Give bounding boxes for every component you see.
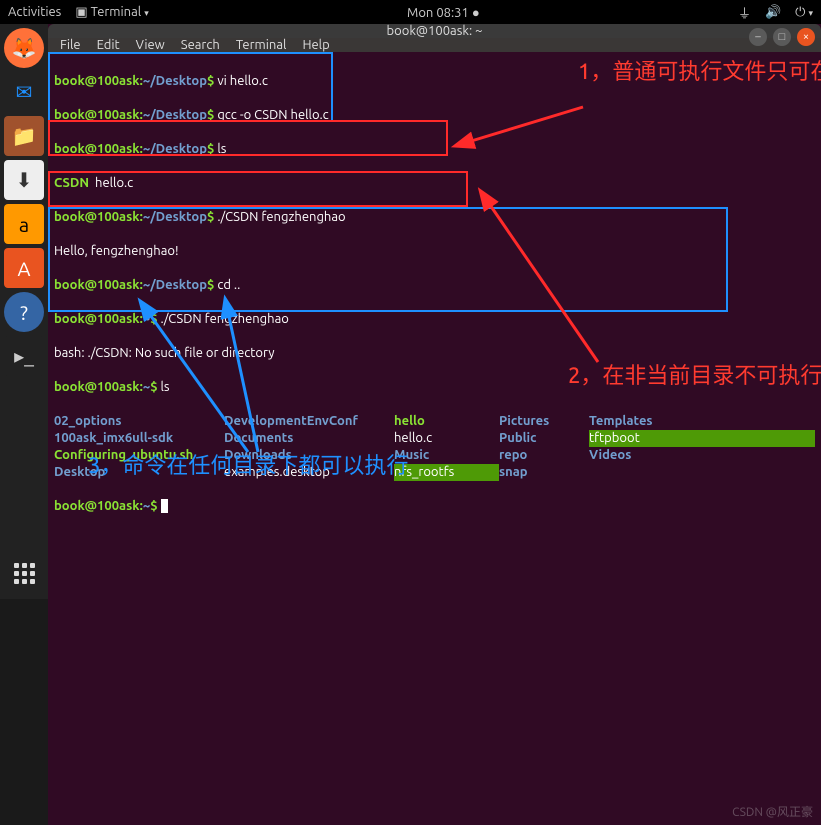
terminal-window: book@100ask: ~ – □ × File Edit View Sear… (48, 24, 821, 599)
window-title: book@100ask: ~ (387, 24, 483, 38)
thunderbird-icon[interactable]: ✉ (4, 72, 44, 112)
help-icon[interactable]: ? (4, 292, 44, 332)
menu-help[interactable]: Help (302, 38, 329, 52)
term-line: book@100ask:~$ ./CSDN fengzhenghao (54, 311, 815, 328)
watermark: CSDN @风正豪 (732, 804, 813, 821)
clock[interactable]: Mon 08:31 ● (407, 6, 480, 20)
menu-view[interactable]: View (136, 38, 165, 52)
amazon-icon[interactable]: a (4, 204, 44, 244)
settings-badge-icon[interactable]: A (4, 248, 44, 288)
firefox-icon[interactable]: 🦊 (4, 28, 44, 68)
terminal-body[interactable]: book@100ask:~/Desktop$ vi hello.c book@1… (48, 52, 821, 825)
annotation-note-3: 3，命令在任何目录下都可以执行 (88, 452, 408, 481)
minimize-button[interactable]: – (749, 28, 767, 46)
dock: 🦊 ✉ 📁 ⬇ a A ? ▸_ (0, 24, 48, 599)
show-apps-icon[interactable] (4, 553, 44, 593)
activities-button[interactable]: Activities (8, 5, 61, 19)
term-line: book@100ask:~$ (54, 498, 815, 515)
files-icon[interactable]: 📁 (4, 116, 44, 156)
term-line: CSDN hello.c (54, 175, 815, 192)
maximize-button[interactable]: □ (773, 28, 791, 46)
term-line: book@100ask:~/Desktop$ ls (54, 141, 815, 158)
term-line: book@100ask:~/Desktop$ gcc -o CSDN hello… (54, 107, 815, 124)
menu-terminal[interactable]: Terminal (236, 38, 287, 52)
term-line: bash: ./CSDN: No such file or directory (54, 345, 815, 362)
cursor (161, 499, 168, 513)
annotation-note-1: 1，普通可执行文件只可在当前目录下执行 (578, 58, 808, 87)
power-icon[interactable]: ⏻ (795, 5, 813, 20)
software-icon[interactable]: ⬇ (4, 160, 44, 200)
gnome-topbar: Activities ▣ Terminal Mon 08:31 ● ⏚ 🔊 ⏻ (0, 0, 821, 24)
network-icon[interactable]: ⏚ (738, 3, 751, 22)
close-button[interactable]: × (797, 28, 815, 46)
terminal-icon[interactable]: ▸_ (4, 336, 44, 376)
volume-icon[interactable]: 🔊 (765, 5, 781, 20)
titlebar[interactable]: book@100ask: ~ – □ × (48, 24, 821, 38)
app-menu[interactable]: ▣ Terminal (75, 5, 148, 20)
term-line: Hello, fengzhenghao! (54, 243, 815, 260)
menubar: File Edit View Search Terminal Help (48, 38, 821, 52)
menu-edit[interactable]: Edit (97, 38, 120, 52)
annotation-note-2: 2，在非当前目录不可执行 (568, 362, 808, 391)
term-line: book@100ask:~/Desktop$ ./CSDN fengzhengh… (54, 209, 815, 226)
menu-search[interactable]: Search (181, 38, 220, 52)
term-line: book@100ask:~/Desktop$ cd .. (54, 277, 815, 294)
menu-file[interactable]: File (60, 38, 81, 52)
